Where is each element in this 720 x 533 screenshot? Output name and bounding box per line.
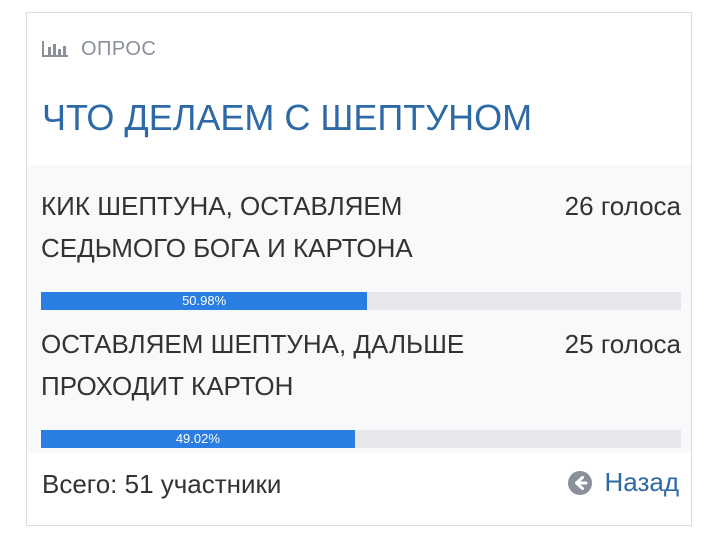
poll-options: КИК ШЕПТУНА, ОСТАВЛЯЕМ СЕДЬМОГО БОГА И К…: [27, 165, 691, 453]
poll-option-percent: 50.98%: [182, 293, 227, 308]
poll-option-text: ОСТАВЛЯЕМ ШЕПТУНА, ДАЛЬШЕ ПРОХОДИТ КАРТО…: [41, 329, 465, 401]
poll-option-text: КИК ШЕПТУНА, ОСТАВЛЯЕМ СЕДЬМОГО БОГА И К…: [41, 191, 413, 263]
poll-option-votes: 26 голоса: [564, 191, 681, 221]
poll-option-progress-fill: 50.98%: [41, 292, 368, 310]
poll-option-progress-bar: 49.02%: [41, 430, 681, 448]
poll-title: ЧТО ДЕЛАЕМ С ШЕПТУНОМ: [42, 97, 533, 138]
poll-option-votes: 25 голоса: [564, 329, 681, 359]
poll-option-percent: 49.02%: [175, 431, 220, 446]
poll-card: ОПРОС ЧТО ДЕЛАЕМ С ШЕПТУНОМ КИК ШЕПТУНА,…: [26, 12, 692, 526]
poll-option[interactable]: КИК ШЕПТУНА, ОСТАВЛЯЕМ СЕДЬМОГО БОГА И К…: [41, 185, 681, 310]
back-button-label: Назад: [604, 467, 680, 497]
back-button[interactable]: Назад: [567, 467, 680, 498]
poll-header: ОПРОС: [41, 37, 156, 61]
poll-option-progress-fill: 49.02%: [41, 430, 355, 448]
poll-option[interactable]: ОСТАВЛЯЕМ ШЕПТУНА, ДАЛЬШЕ ПРОХОДИТ КАРТО…: [41, 323, 681, 448]
poll-header-label: ОПРОС: [81, 37, 157, 60]
poll-total: Всего: 51 участники: [42, 469, 282, 499]
poll-option-progress-bar: 50.98%: [41, 292, 681, 310]
bar-chart-icon: [41, 39, 69, 59]
arrow-left-circle-icon: [567, 470, 593, 496]
